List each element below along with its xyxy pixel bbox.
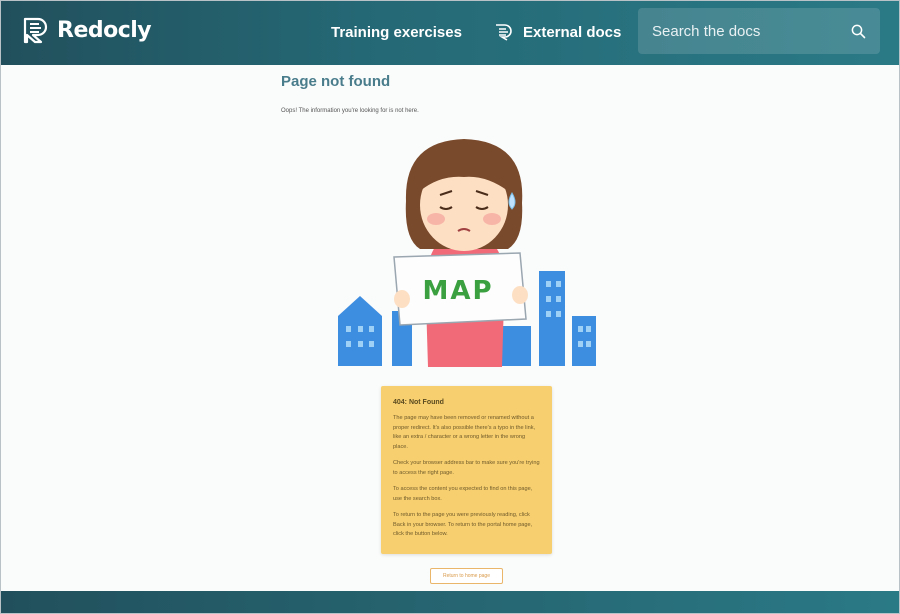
return-home-button[interactable]: Return to home page <box>430 568 503 584</box>
nav-external-label: External docs <box>523 23 622 41</box>
page-title: Page not found <box>281 73 391 90</box>
redocly-logo-icon <box>23 17 48 44</box>
notice-heading: 404: Not Found <box>393 399 444 406</box>
page-subtitle: Oops! The information you're looking for… <box>281 108 419 114</box>
brand-name: Redocly <box>57 17 152 43</box>
search-box[interactable] <box>638 8 880 54</box>
browser-frame: Redocly Training exercises External docs… <box>0 0 900 614</box>
nav-training-label: Training exercises <box>331 23 462 41</box>
notice-paragraph: The page may have been removed or rename… <box>393 415 536 450</box>
nav-training-exercises[interactable]: Training exercises <box>331 21 462 43</box>
site-footer <box>1 591 899 613</box>
nav-external-docs[interactable]: External docs <box>494 21 621 43</box>
site-header: Redocly Training exercises External docs <box>1 1 899 65</box>
search-input[interactable] <box>652 22 851 40</box>
external-docs-icon <box>496 24 512 41</box>
notice-paragraph: To access the content you expected to fi… <box>393 486 533 502</box>
search-icon[interactable] <box>851 24 866 39</box>
brand-logo[interactable]: Redocly <box>21 14 152 46</box>
not-found-notice: 404: Not Found The page may have been re… <box>381 386 552 554</box>
notice-paragraph: To return to the page you were previousl… <box>393 512 533 537</box>
map-sign-text: MAP <box>422 276 493 306</box>
lost-girl-map-illustration: MAP <box>338 139 596 367</box>
notice-paragraph: Check your browser address bar to make s… <box>393 460 540 476</box>
